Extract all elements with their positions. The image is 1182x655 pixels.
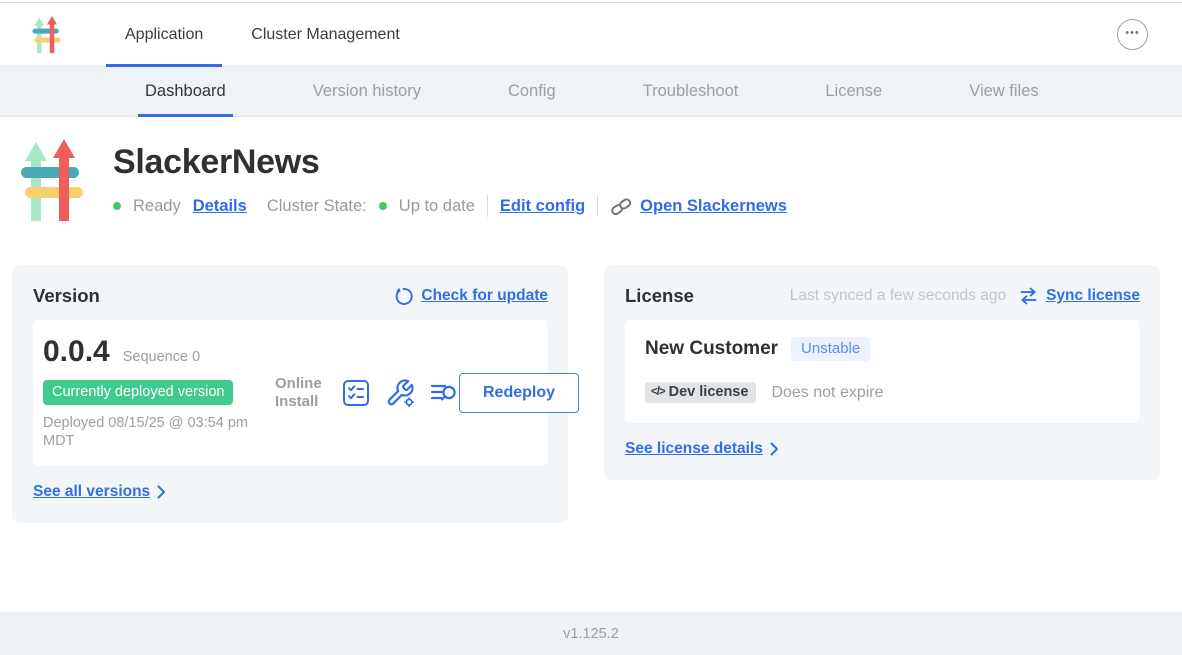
divider bbox=[597, 195, 598, 217]
ellipsis-icon: ••• bbox=[1125, 28, 1140, 39]
slackernews-logo bbox=[20, 137, 86, 223]
divider bbox=[487, 195, 488, 217]
channel-badge: Unstable bbox=[791, 337, 870, 361]
license-card-header: License Last synced a few seconds ago Sy… bbox=[625, 285, 1140, 307]
footer: v1.125.2 bbox=[0, 612, 1182, 655]
version-card-header: Version Check for update bbox=[33, 285, 548, 307]
refresh-icon bbox=[393, 286, 414, 307]
license-type-tag: </> Dev license bbox=[645, 382, 756, 403]
tab-version-history[interactable]: Version history bbox=[306, 67, 428, 116]
sequence-label: Sequence 0 bbox=[123, 349, 200, 365]
tab-dashboard[interactable]: Dashboard bbox=[138, 67, 233, 116]
license-card-actions: Last synced a few seconds ago Sync licen… bbox=[790, 286, 1140, 306]
dashboard-content: SlackerNews Ready Details Cluster State:… bbox=[0, 117, 1182, 612]
tab-troubleshoot-label: Troubleshoot bbox=[643, 82, 739, 101]
preflight-checks-icon[interactable] bbox=[341, 378, 371, 408]
current-version-panel: 0.0.4 Sequence 0 Currently deployed vers… bbox=[33, 320, 548, 466]
version-meta: Online Install bbox=[275, 375, 459, 410]
tab-view-files[interactable]: View files bbox=[962, 67, 1045, 116]
tab-cluster-management[interactable]: Cluster Management bbox=[232, 3, 419, 66]
license-card-title: License bbox=[625, 285, 694, 307]
dashboard-cards: Version Check for update bbox=[0, 265, 1182, 523]
chain-link-icon bbox=[610, 197, 633, 216]
tab-cluster-management-label: Cluster Management bbox=[251, 26, 400, 44]
more-menu-button[interactable]: ••• bbox=[1117, 19, 1148, 50]
version-card-actions: Check for update bbox=[393, 286, 548, 307]
customer-row: New Customer Unstable bbox=[645, 337, 1120, 361]
tab-view-files-label: View files bbox=[969, 82, 1038, 101]
last-synced-text: Last synced a few seconds ago bbox=[790, 287, 1006, 305]
chevron-right-icon bbox=[770, 442, 779, 456]
primary-tabs: Application Cluster Management bbox=[106, 3, 429, 66]
application-logo bbox=[20, 137, 86, 228]
tab-application-label: Application bbox=[125, 26, 203, 44]
tab-config-label: Config bbox=[508, 82, 556, 101]
details-link[interactable]: Details bbox=[193, 197, 247, 216]
version-number-row: 0.0.4 Sequence 0 bbox=[43, 335, 265, 369]
page-title: SlackerNews bbox=[113, 143, 799, 182]
tab-application[interactable]: Application bbox=[106, 3, 222, 66]
app-header: SlackerNews Ready Details Cluster State:… bbox=[0, 137, 1182, 228]
secondary-navbar: Dashboard Version history Config Trouble… bbox=[0, 67, 1182, 117]
deployed-status-badge: Currently deployed version bbox=[43, 380, 233, 405]
version-info: 0.0.4 Sequence 0 Currently deployed vers… bbox=[43, 335, 265, 450]
app-status-text: Ready bbox=[133, 197, 181, 216]
check-for-update-label: Check for update bbox=[421, 287, 548, 305]
deployed-timestamp: Deployed 08/15/25 @ 03:54 pm MDT bbox=[43, 414, 258, 450]
top-navbar: Application Cluster Management ••• bbox=[0, 3, 1182, 67]
redeploy-button[interactable]: Redeploy bbox=[459, 373, 579, 413]
deploy-logs-icon[interactable] bbox=[429, 378, 459, 408]
license-summary-panel: New Customer Unstable </> Dev license Do… bbox=[625, 320, 1140, 423]
edit-config-link[interactable]: Edit config bbox=[500, 197, 585, 216]
license-type-label: Dev license bbox=[669, 384, 749, 400]
chevron-right-icon bbox=[157, 485, 166, 499]
app-header-text: SlackerNews Ready Details Cluster State:… bbox=[113, 137, 799, 228]
brand-logo-icon bbox=[32, 3, 62, 66]
version-card-title: Version bbox=[33, 285, 100, 307]
sync-license-link[interactable]: Sync license bbox=[1018, 286, 1140, 306]
customer-name: New Customer bbox=[645, 338, 778, 360]
see-license-details-label: See license details bbox=[625, 440, 763, 458]
sync-license-label: Sync license bbox=[1046, 287, 1140, 305]
topnav-spacer bbox=[429, 3, 1117, 66]
version-card: Version Check for update bbox=[12, 265, 568, 523]
tab-license-label: License bbox=[825, 82, 882, 101]
slackernews-logo-icon bbox=[32, 15, 62, 54]
tab-config[interactable]: Config bbox=[501, 67, 563, 116]
see-all-versions-label: See all versions bbox=[33, 483, 150, 501]
tab-license[interactable]: License bbox=[818, 67, 889, 116]
license-type-row: </> Dev license Does not expire bbox=[645, 382, 1120, 403]
tab-version-history-label: Version history bbox=[313, 82, 421, 101]
license-expiry: Does not expire bbox=[771, 384, 883, 402]
code-icon: </> bbox=[651, 386, 665, 398]
install-type-label: Online Install bbox=[275, 375, 327, 410]
tab-troubleshoot[interactable]: Troubleshoot bbox=[636, 67, 746, 116]
cluster-status-dot bbox=[379, 202, 387, 210]
license-card: License Last synced a few seconds ago Sy… bbox=[604, 265, 1160, 480]
cluster-state-value: Up to date bbox=[399, 197, 475, 216]
open-app-link-label: Open Slackernews bbox=[640, 197, 787, 216]
app-status-dot bbox=[113, 202, 121, 210]
sync-arrows-icon bbox=[1018, 286, 1039, 306]
app-status-row: Ready Details Cluster State: Up to date … bbox=[113, 195, 799, 217]
version-number: 0.0.4 bbox=[43, 335, 110, 369]
check-for-update-link[interactable]: Check for update bbox=[393, 286, 548, 307]
see-all-versions-link[interactable]: See all versions bbox=[33, 483, 166, 501]
tab-dashboard-label: Dashboard bbox=[145, 82, 226, 101]
edit-config-icon[interactable] bbox=[385, 378, 415, 408]
see-license-details-link[interactable]: See license details bbox=[625, 440, 779, 458]
admin-console: Application Cluster Management ••• Dashb… bbox=[0, 0, 1182, 655]
console-version: v1.125.2 bbox=[563, 626, 619, 642]
cluster-state-label: Cluster State: bbox=[267, 197, 367, 216]
open-app-link[interactable]: Open Slackernews bbox=[610, 197, 787, 216]
